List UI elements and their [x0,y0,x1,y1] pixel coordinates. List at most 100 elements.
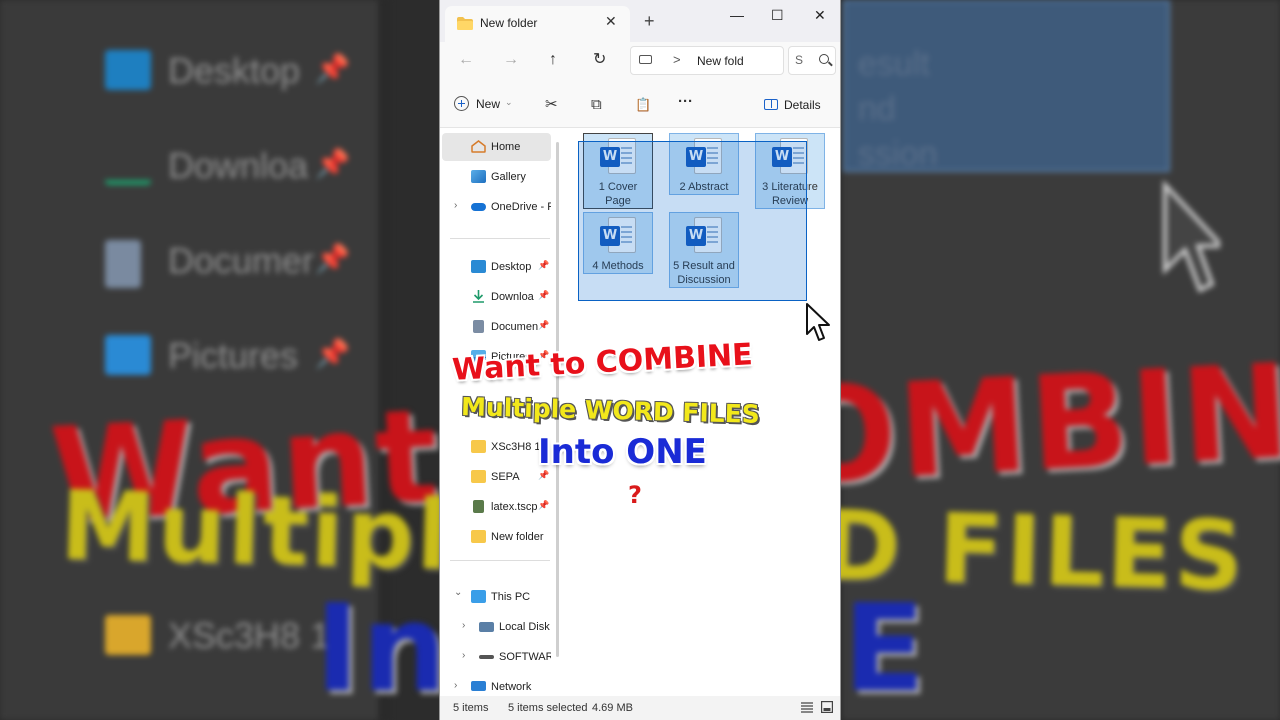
nav-item-gallery[interactable]: Gallery [442,163,551,191]
collapse-chevron-icon[interactable]: ⌄ [454,587,462,598]
nav-item-new-folder[interactable]: New folder [442,523,551,551]
drive-icon [479,622,494,632]
pin-icon: 📌 [538,290,550,300]
bg-pin-icon: 📌 [315,53,350,84]
home-icon [471,140,486,153]
drive-icon [479,655,494,659]
maximize-button[interactable]: ☐ [771,7,784,24]
tiles-view-icon[interactable] [821,701,833,713]
command-bar: New ⌄ ✂ ⧉ 📋 ··· Details [440,80,840,128]
search-input[interactable]: S [788,46,836,75]
search-placeholder: S [795,53,804,67]
bg-pin-icon: 📌 [315,148,350,179]
caption-into-one: Into ONE [538,432,707,472]
close-button[interactable]: ✕ [814,7,826,24]
network-icon [471,681,486,691]
folder-icon [471,530,486,543]
bg-cursor-icon [1163,180,1220,293]
expand-chevron-icon[interactable]: › [462,650,465,661]
gallery-icon [471,170,486,183]
documents-icon [473,320,484,333]
nav-label: Gallery [491,171,526,183]
computer-icon [471,590,486,603]
nav-item-documents[interactable]: Documen 📌 [442,313,551,341]
pin-icon: 📌 [538,260,550,270]
selected-count: 5 items selected [508,702,588,714]
details-label: Details [784,98,821,112]
caption-question-mark: ? [628,481,642,509]
details-view-icon[interactable] [801,701,813,713]
nav-item-software[interactable]: › SOFTWARI [442,643,551,671]
desktop-icon [471,260,486,273]
nav-label: Network [491,681,532,693]
nav-label: Home [491,141,521,153]
chevron-down-icon: ⌄ [505,97,513,107]
bg-item: Downloa [168,145,309,186]
plus-icon [454,96,469,111]
status-bar: 5 items 5 items selected 4.69 MB [440,696,840,720]
bg-right-text: nd [858,90,896,128]
nav-item-this-pc[interactable]: ⌄ This PC [442,583,551,611]
nav-label: OneDrive - P [491,201,551,213]
selection-rectangle [578,141,807,301]
forward-button[interactable]: → [503,51,519,69]
copy-icon[interactable]: ⧉ [591,97,602,112]
nav-label: This PC [491,591,531,603]
refresh-button[interactable]: ↻ [593,51,606,69]
nav-item-xsc3h8[interactable]: XSc3H8 1 📌 [442,433,551,461]
details-pane-icon [764,99,778,110]
folder-icon [457,17,473,30]
expand-chevron-icon[interactable]: › [462,620,465,631]
breadcrumb[interactable]: New fold [697,54,744,68]
bg-item: Documer [168,240,315,281]
title-bar: New folder ✕ + — ☐ ✕ [440,0,840,42]
minimize-button[interactable]: — [730,7,744,23]
onedrive-icon [471,203,486,211]
nav-item-home[interactable]: Home [442,133,551,161]
search-icon [819,54,829,64]
tab-close-icon[interactable]: ✕ [605,13,617,30]
folder-icon [471,440,486,453]
paste-icon[interactable]: 📋 [635,97,651,112]
tab-new-folder[interactable]: New folder ✕ [445,6,630,42]
bg-item: Desktop [168,50,301,91]
nav-divider [450,238,550,239]
mouse-cursor-icon [806,303,830,341]
expand-chevron-icon[interactable]: › [454,200,457,211]
nav-item-onedrive[interactable]: › OneDrive - P [442,193,551,221]
bg-item: Pictures [168,335,299,376]
bg-right-text: esult [858,45,930,83]
nav-item-latex[interactable]: latex.tscp 📌 [442,493,551,521]
bg-pictures-icon [105,335,151,375]
new-tab-button[interactable]: + [644,12,655,30]
address-input[interactable]: > New fold [630,46,784,75]
bg-documents-icon [105,240,141,288]
file-icon [473,500,484,513]
bg-right-text: ssion [858,135,938,173]
address-bar-row: ← → ↑ ↻ > New fold S [440,42,840,80]
bg-downloads-icon [105,145,151,185]
bg-pin-icon: 📌 [315,243,350,274]
nav-item-downloads[interactable]: Downloa 📌 [442,283,551,311]
folder-icon [471,470,486,483]
bg-pin-icon: 📌 [315,338,350,369]
bg-desktop-icon [105,50,151,90]
item-count: 5 items [453,702,489,714]
up-button[interactable]: ↑ [549,51,557,69]
pin-icon: 📌 [538,320,550,330]
nav-label: New folder [491,531,544,543]
selected-size: 4.69 MB [592,702,633,714]
nav-item-local-disk[interactable]: › Local Disk [442,613,551,641]
nav-item-sepa[interactable]: SEPA 📌 [442,463,551,491]
more-options-icon[interactable]: ··· [678,94,693,109]
nav-item-desktop[interactable]: Desktop 📌 [442,253,551,281]
nav-label: Local Disk [499,621,550,633]
cut-icon[interactable]: ✂ [545,97,558,112]
expand-chevron-icon[interactable]: › [454,680,457,691]
back-button[interactable]: ← [458,51,474,69]
downloads-icon [473,290,484,303]
nav-divider [450,560,550,561]
details-button[interactable]: Details [764,98,821,112]
bg-folder-icon [105,615,151,655]
pin-icon: 📌 [538,500,550,510]
